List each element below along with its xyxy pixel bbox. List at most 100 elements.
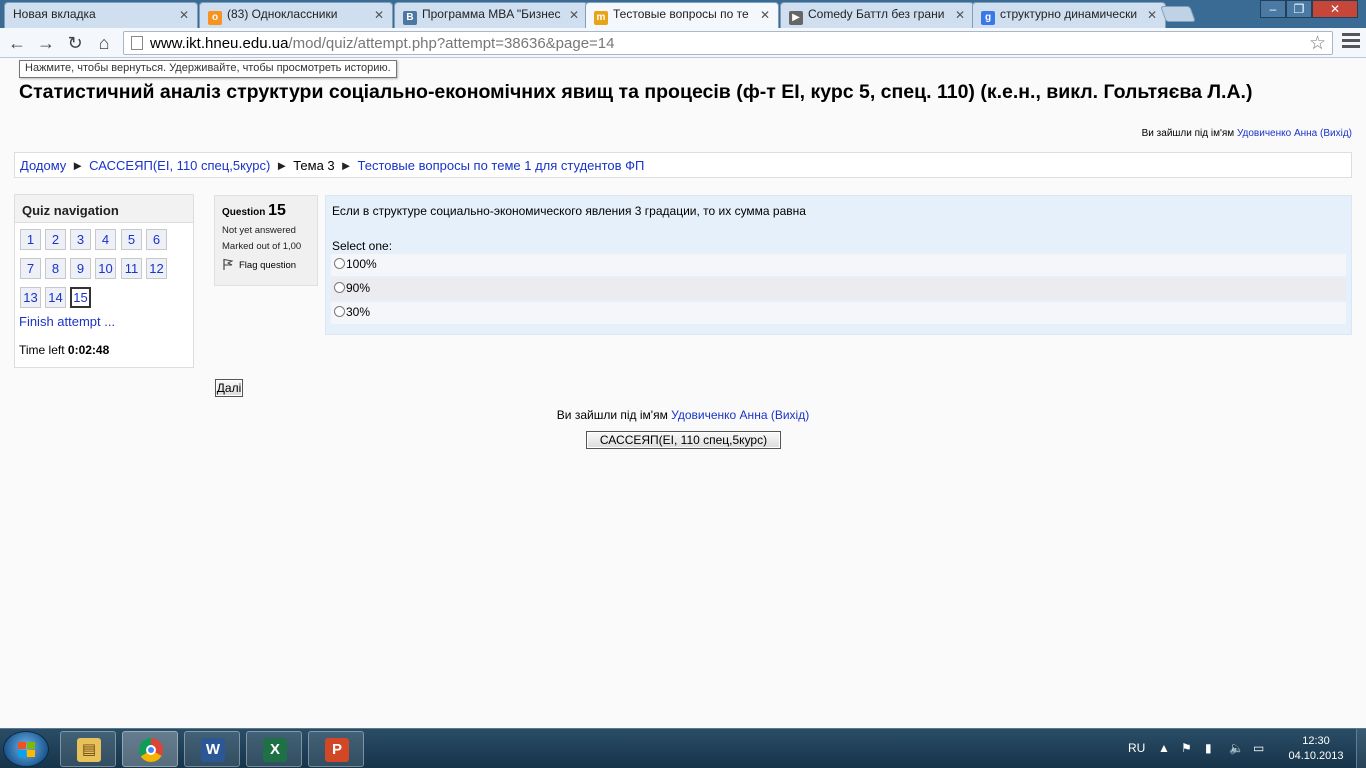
- close-icon[interactable]: ✕: [179, 8, 189, 22]
- maximize-button[interactable]: ❐: [1286, 0, 1312, 18]
- quiz-nav-button[interactable]: 11: [121, 258, 142, 279]
- answer-option[interactable]: 100%: [331, 254, 1346, 276]
- logout-link[interactable]: (Вихід): [1320, 128, 1352, 139]
- quiz-nav-button[interactable]: 8: [45, 258, 66, 279]
- close-window-button[interactable]: ✕: [1312, 0, 1358, 18]
- quiz-nav-button[interactable]: 5: [121, 229, 142, 250]
- question-text: Если в структуре социально-экономическог…: [332, 204, 806, 218]
- breadcrumb-quiz[interactable]: Тестовые вопросы по теме 1 для студентов…: [358, 158, 645, 173]
- flag-question-label: Flag question: [239, 260, 297, 271]
- page-icon: [131, 36, 143, 50]
- browser-tab-active[interactable]: m Тестовые вопросы по те ✕: [585, 2, 779, 28]
- new-tab-button[interactable]: [1160, 6, 1196, 22]
- quiz-nav-button[interactable]: 7: [20, 258, 41, 279]
- google-icon: g: [981, 11, 995, 25]
- breadcrumb-separator: ►: [339, 158, 353, 173]
- quiz-nav-button[interactable]: 13: [20, 287, 41, 308]
- finish-attempt-link[interactable]: Finish attempt ...: [19, 314, 115, 329]
- browser-tab[interactable]: ▶ Comedy Баттл без грани ✕: [780, 2, 974, 28]
- answer-option[interactable]: 30%: [331, 302, 1346, 324]
- breadcrumb-topic: Тема 3: [293, 158, 335, 173]
- breadcrumb-separator: ►: [275, 158, 289, 173]
- browser-toolbar: ← → ↻ ⌂ www.ikt.hneu.edu.ua/mod/quiz/att…: [0, 28, 1366, 58]
- volume-icon[interactable]: 🔈: [1229, 741, 1244, 755]
- back-arrow-icon[interactable]: ←: [6, 32, 28, 54]
- odnoklassniki-icon: о: [208, 11, 222, 25]
- home-icon[interactable]: ⌂: [93, 32, 115, 54]
- breadcrumb-home[interactable]: Додому: [20, 158, 66, 173]
- quiz-nav-button[interactable]: 12: [146, 258, 167, 279]
- quiz-nav-button[interactable]: 9: [70, 258, 91, 279]
- user-link[interactable]: Удовиченко Анна: [671, 408, 767, 422]
- close-icon[interactable]: ✕: [760, 8, 770, 22]
- quiz-nav-button[interactable]: 1: [20, 229, 41, 250]
- minimize-button[interactable]: –: [1260, 0, 1286, 18]
- close-icon[interactable]: ✕: [569, 8, 579, 22]
- answer-radio[interactable]: [334, 282, 345, 293]
- logout-link[interactable]: (Вихід): [771, 408, 809, 422]
- question-state: Not yet answered: [222, 225, 296, 236]
- taskbar-powerpoint[interactable]: P: [308, 731, 364, 767]
- address-bar[interactable]: www.ikt.hneu.edu.ua/mod/quiz/attempt.php…: [123, 31, 1333, 55]
- browser-tab[interactable]: g структурно динамически ✕: [972, 2, 1166, 28]
- bookmark-star-icon[interactable]: ☆: [1309, 32, 1326, 55]
- select-one-prompt: Select one:: [332, 239, 393, 253]
- clock[interactable]: 12:30 04.10.2013: [1284, 734, 1348, 764]
- quiz-nav-button[interactable]: 6: [146, 229, 167, 250]
- breadcrumb: Додому ► САССЕЯП(ЕІ, 110 спец,5курс) ► Тема …: [14, 152, 1352, 178]
- tab-title: Тестовые вопросы по те: [613, 7, 749, 21]
- excel-icon: X: [263, 738, 287, 762]
- film-icon: ▶: [789, 11, 803, 25]
- flag-question-link[interactable]: Flag question: [222, 258, 317, 271]
- quiz-nav-button[interactable]: 3: [70, 229, 91, 250]
- taskbar-explorer[interactable]: ▤: [60, 731, 116, 767]
- url-path: /mod/quiz/attempt.php?attempt=38636&page…: [288, 35, 615, 52]
- taskbar-chrome[interactable]: [122, 731, 178, 767]
- taskbar-excel[interactable]: X: [246, 731, 302, 767]
- breadcrumb-separator: ►: [71, 158, 85, 173]
- answer-radio[interactable]: [334, 258, 345, 269]
- breadcrumb-course[interactable]: САССЕЯП(ЕІ, 110 спец,5курс): [89, 158, 270, 173]
- browser-tab[interactable]: В Программа MBA "Бизнес ✕: [394, 2, 588, 28]
- tab-title: Comedy Баттл без грани: [808, 7, 945, 21]
- tab-title: Новая вкладка: [13, 7, 96, 21]
- login-prefix: Ви зайшли під ім'ям: [1141, 128, 1235, 139]
- quiz-nav-button[interactable]: 14: [45, 287, 66, 308]
- browser-tab[interactable]: о (83) Одноклассники ✕: [199, 2, 393, 28]
- answer-radio[interactable]: [334, 306, 345, 317]
- show-desktop-button[interactable]: [1356, 729, 1366, 768]
- quiz-nav-button[interactable]: 4: [95, 229, 116, 250]
- tab-title: (83) Одноклассники: [227, 7, 338, 21]
- start-button[interactable]: [3, 731, 49, 767]
- quiz-navigation-block: Quiz navigation 1 2 3 4 5 6 7 8 9 10 11 …: [14, 194, 194, 368]
- file-explorer-icon: ▤: [77, 738, 101, 762]
- next-button[interactable]: Далі: [215, 379, 243, 397]
- language-indicator[interactable]: RU: [1128, 741, 1145, 755]
- menu-icon[interactable]: [1342, 33, 1360, 51]
- question-info: Question 15 Not yet answered Marked out …: [214, 195, 318, 286]
- question-label: Question: [222, 207, 266, 218]
- login-info-footer: Ви зайшли під ім'ям Удовиченко Анна (Вих…: [0, 408, 1366, 422]
- course-button[interactable]: САССЕЯП(ЕІ, 110 спец,5курс): [586, 431, 781, 449]
- show-hidden-icons-icon[interactable]: ▲: [1158, 741, 1170, 755]
- close-icon[interactable]: ✕: [1147, 8, 1157, 22]
- reload-icon[interactable]: ↻: [64, 32, 86, 54]
- action-center-flag-icon[interactable]: ⚑: [1181, 741, 1192, 755]
- forward-arrow-icon[interactable]: →: [35, 32, 57, 54]
- browser-tab[interactable]: Новая вкладка ✕: [4, 2, 198, 28]
- quiz-nav-button-current[interactable]: 15: [70, 287, 91, 308]
- windows-logo-icon: [18, 742, 36, 758]
- chrome-icon: [139, 738, 163, 762]
- power-icon[interactable]: ▮: [1205, 741, 1212, 755]
- network-icon[interactable]: ▭: [1253, 741, 1264, 755]
- flag-icon: [223, 258, 234, 270]
- answer-option[interactable]: 90%: [331, 278, 1346, 300]
- moodle-icon: m: [594, 11, 608, 25]
- question-number: Question 15: [222, 202, 317, 220]
- quiz-nav-button[interactable]: 2: [45, 229, 66, 250]
- user-link[interactable]: Удовиченко Анна: [1237, 128, 1317, 139]
- close-icon[interactable]: ✕: [374, 8, 384, 22]
- taskbar-word[interactable]: W: [184, 731, 240, 767]
- quiz-nav-button[interactable]: 10: [95, 258, 116, 279]
- close-icon[interactable]: ✕: [955, 8, 965, 22]
